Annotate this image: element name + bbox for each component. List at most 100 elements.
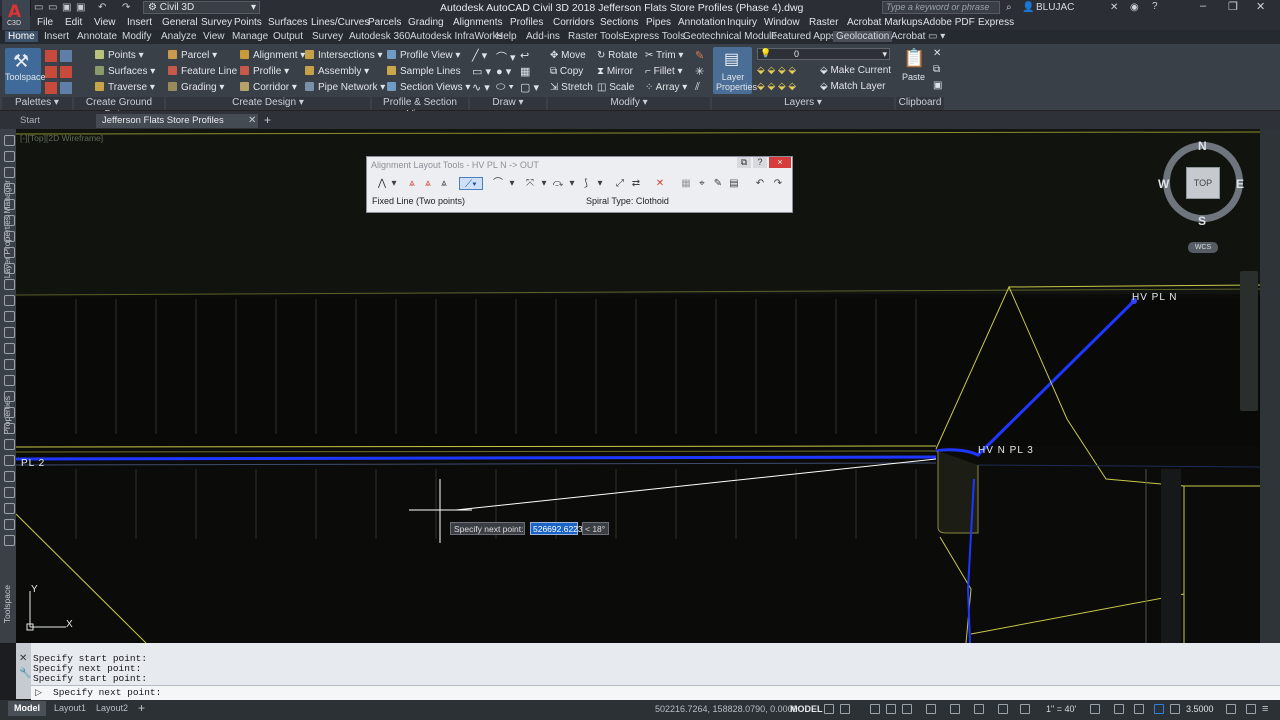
viewcube-top-face[interactable]: TOP (1186, 167, 1220, 199)
rectangle-icon[interactable]: ▭ ▾ (472, 65, 491, 78)
menu-file[interactable]: File (37, 17, 53, 28)
tab-featured-apps[interactable]: Featured Apps (768, 31, 839, 42)
menu-alignments[interactable]: Alignments (453, 17, 502, 28)
close-tab-icon[interactable]: ✕ (248, 115, 256, 126)
dropdown-chevron-icon[interactable]: ▾ (387, 177, 401, 190)
nav-tool-icon[interactable] (4, 279, 15, 290)
tab-insert[interactable]: Insert (41, 31, 72, 42)
qat-redo-icon[interactable]: ↷ (122, 2, 130, 14)
a360-icon[interactable]: ◉ (1130, 2, 1139, 13)
nav-tool-icon[interactable] (4, 423, 15, 434)
menu-icon[interactable]: ≡ (1262, 703, 1268, 715)
palette-icon-1[interactable] (45, 50, 57, 62)
tab-acrobat[interactable]: Acrobat (888, 31, 928, 42)
spiral-icon[interactable]: ⟆ (579, 177, 593, 190)
ellipse-icon[interactable]: ⬭ ▾ (496, 81, 514, 94)
doc-tab-start[interactable]: Start (14, 114, 46, 128)
menu-profiles[interactable]: Profiles (510, 17, 543, 28)
dropdown-chevron-icon[interactable]: ▾ (505, 177, 519, 190)
nav-tool-icon[interactable] (4, 263, 15, 274)
close-command-icon[interactable]: ✕ (19, 653, 27, 664)
tab-autodesk-360[interactable]: Autodesk 360 (346, 31, 413, 42)
menu-edit[interactable]: Edit (65, 17, 82, 28)
tab-survey[interactable]: Survey (309, 31, 346, 42)
palette-icon-3[interactable] (45, 66, 57, 78)
workspace-gear-icon[interactable] (1090, 704, 1100, 714)
arc-icon[interactable]: ↩ (520, 49, 529, 62)
pick-subentity-icon[interactable]: ⌖ (695, 177, 709, 190)
nav-tool-icon[interactable] (4, 439, 15, 450)
tab-add-ins[interactable]: Add-ins (523, 31, 563, 42)
region-icon[interactable]: ▢ ▾ (520, 81, 539, 94)
delete-pi-icon[interactable]: ⩓ (421, 177, 435, 190)
dynamic-input-angle[interactable]: < 18° (582, 522, 609, 535)
float-line-icon[interactable]: ⤧ (523, 177, 537, 190)
convert-line-icon[interactable]: ⤢ (613, 177, 627, 190)
polyline-icon[interactable]: ⌒ ▾ (496, 49, 516, 65)
nav-tool-icon[interactable] (4, 503, 15, 514)
free-curve-icon[interactable]: ⤼ (551, 177, 565, 190)
stretch-button[interactable]: ⇲ Stretch (550, 82, 593, 93)
menu-pipes[interactable]: Pipes (646, 17, 671, 28)
nav-tool-icon[interactable] (4, 471, 15, 482)
nav-tool-icon[interactable] (4, 407, 15, 418)
object-snap-tracking-icon[interactable] (926, 704, 936, 714)
mirror-button[interactable]: ⧗ Mirror (597, 66, 633, 77)
exchange-icon[interactable]: ✕ (1110, 2, 1118, 13)
object-snap-icon[interactable] (950, 704, 960, 714)
points-button[interactable]: Points ▾ (95, 50, 144, 61)
menu-grading[interactable]: Grading (408, 17, 444, 28)
grid-icon[interactable] (824, 704, 834, 714)
nav-tool-icon[interactable] (4, 215, 15, 226)
panel-clipboard[interactable]: Clipboard (896, 97, 944, 110)
menu-points[interactable]: Points (234, 17, 262, 28)
tab-manage[interactable]: Manage (229, 31, 271, 42)
add-layout-icon[interactable]: + (138, 701, 145, 715)
pipe-network-button[interactable]: Pipe Network ▾ (305, 82, 385, 93)
nav-tool-icon[interactable] (4, 455, 15, 466)
offset-icon[interactable]: ⫽ (695, 81, 700, 94)
tab-express-tools[interactable]: Express Tools (620, 31, 688, 42)
nav-tool-icon[interactable] (4, 247, 15, 258)
nav-tool-icon[interactable] (4, 375, 15, 386)
fixed-curve-icon[interactable]: ⌒ (491, 177, 505, 190)
menu-sections[interactable]: Sections (600, 17, 638, 28)
qat-new-icon[interactable]: ▭ (34, 2, 43, 14)
menu-insert[interactable]: Insert (127, 17, 152, 28)
wcs-menu[interactable]: WCS (1188, 242, 1218, 253)
viewcube-east[interactable]: E (1236, 177, 1244, 191)
reverse-direction-icon[interactable]: ⇄ (629, 177, 643, 190)
fixed-line-icon[interactable]: ⟋▾ (459, 177, 483, 190)
tab-output[interactable]: Output (270, 31, 306, 42)
annotation-scale[interactable]: 1" = 40' (1046, 704, 1076, 714)
parcel-button[interactable]: Parcel ▾ (168, 50, 217, 61)
viewport-controls[interactable]: [-][Top][2D Wireframe] (20, 133, 103, 143)
delete-subentity-icon[interactable]: ✕ (653, 177, 667, 190)
qat-open-icon[interactable]: ▭ (48, 2, 57, 14)
nav-tool-icon[interactable] (4, 135, 15, 146)
lineweight-icon[interactable] (974, 704, 984, 714)
viewcube-north[interactable]: N (1198, 139, 1207, 153)
alignment-grid-view-icon[interactable]: ▤ (727, 177, 741, 190)
dropdown-chevron-icon[interactable]: ▾ (565, 177, 579, 190)
panel-create-design[interactable]: Create Design ▾ (166, 97, 370, 110)
menu-lines-curves[interactable]: Lines/Curves (311, 17, 369, 28)
viewcube-west[interactable]: W (1158, 177, 1169, 191)
menu-corridors[interactable]: Corridors (553, 17, 594, 28)
nav-tool-icon[interactable] (4, 327, 15, 338)
array-button[interactable]: ⁘ Array ▾ (645, 82, 687, 93)
fillet-button[interactable]: ⌐ Fillet ▾ (645, 66, 683, 77)
nav-tool-icon[interactable] (4, 359, 15, 370)
profile-button[interactable]: Profile ▾ (240, 66, 289, 77)
wrench-icon[interactable]: 🔧 (19, 668, 31, 679)
clean-screen-icon[interactable] (1226, 704, 1236, 714)
corridor-button[interactable]: Corridor ▾ (240, 82, 297, 93)
palette-icon-4[interactable] (60, 66, 72, 78)
transparency-icon[interactable] (998, 704, 1008, 714)
search-input[interactable]: Type a keyword or phrase (882, 1, 1000, 14)
menu-view[interactable]: View (94, 17, 116, 28)
nav-tool-icon[interactable] (4, 535, 15, 546)
sample-lines-button[interactable]: Sample Lines (387, 66, 461, 77)
panel-modify[interactable]: Modify ▾ (548, 97, 710, 110)
qat-saveas-icon[interactable]: ▣ (76, 2, 85, 14)
